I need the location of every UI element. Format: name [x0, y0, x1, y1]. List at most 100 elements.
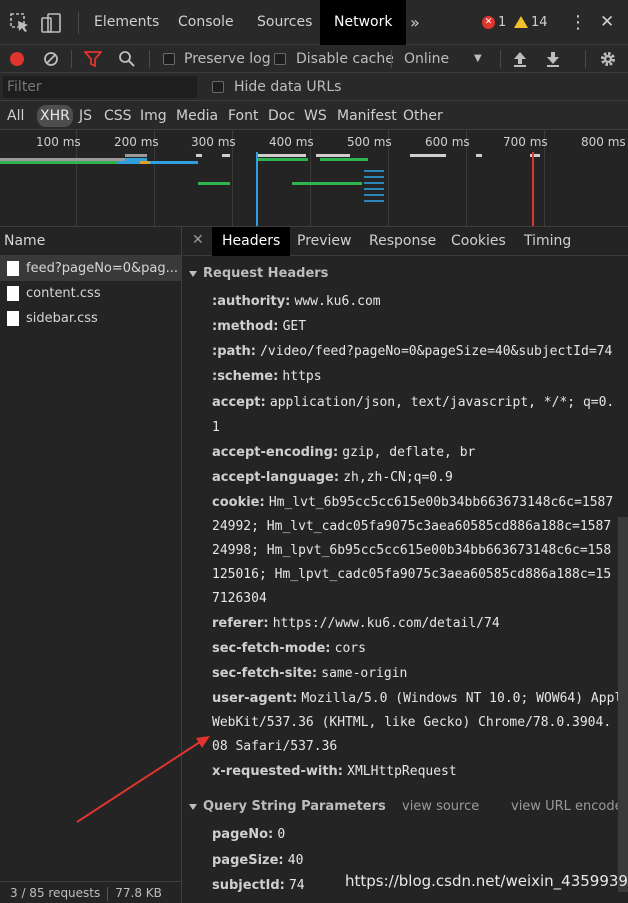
export-har-icon[interactable]: [545, 50, 561, 68]
header-key: accept-language:: [212, 470, 340, 485]
close-detail-icon[interactable]: ✕: [192, 227, 204, 254]
request-row[interactable]: feed?pageNo=0&pag...: [0, 256, 181, 281]
header-value: https: [282, 369, 322, 384]
header-row: :method: GET: [212, 319, 306, 334]
query-params-section[interactable]: Query String Parameters: [189, 799, 386, 814]
timeline-tick-label: 100 ms: [36, 135, 81, 149]
header-value: Mozilla/5.0 (Windows NT 10.0; WOW64) App…: [301, 691, 623, 706]
header-value-continued: 24992; Hm_lvt_cadc05fa9075c3aea60585cd88…: [212, 519, 612, 534]
type-img[interactable]: Img: [140, 105, 167, 127]
header-row: sec-fetch-mode: cors: [212, 641, 366, 656]
tab-sources[interactable]: Sources: [257, 0, 312, 45]
header-row: :scheme: https: [212, 369, 322, 384]
type-all[interactable]: All: [7, 105, 24, 127]
header-row: user-agent: Mozilla/5.0 (Windows NT 10.0…: [212, 691, 622, 706]
timeline-bar: [256, 158, 308, 161]
network-toolbar: Preserve log Disable cache Online ▼: [0, 45, 628, 73]
header-value-continued: WebKit/537.36 (KHTML, like Gecko) Chrome…: [212, 715, 612, 730]
error-count-badge[interactable]: ✕ 1: [482, 13, 506, 31]
request-headers-section[interactable]: Request Headers: [189, 266, 328, 281]
preserve-log-checkbox[interactable]: [163, 53, 175, 65]
import-har-icon[interactable]: [512, 50, 528, 68]
type-ws[interactable]: WS: [304, 105, 327, 127]
header-value: GET: [282, 319, 307, 334]
timeline-overview[interactable]: 100 ms 200 ms 300 ms 400 ms 500 ms 600 m…: [0, 130, 628, 227]
inspect-element-icon[interactable]: [9, 12, 31, 34]
tab-timing[interactable]: Timing: [524, 227, 571, 256]
resource-type-filter: All XHR JS CSS Img Media Font Doc WS Man…: [0, 101, 628, 130]
kebab-menu-icon[interactable]: ⋮: [569, 0, 587, 45]
header-row: x-requested-with: XMLHttpRequest: [212, 764, 457, 779]
tab-preview[interactable]: Preview: [297, 227, 352, 256]
error-count: 1: [498, 14, 507, 30]
timeline-tick-label: 300 ms: [191, 135, 236, 149]
header-value-continued: 125016; Hm_lpvt_cadc05fa9075c3aea60585cd…: [212, 567, 612, 582]
type-manifest[interactable]: Manifest: [337, 105, 397, 127]
type-doc[interactable]: Doc: [268, 105, 295, 127]
filter-icon[interactable]: [84, 51, 102, 67]
timeline-bar: [292, 182, 362, 185]
clear-icon[interactable]: [43, 51, 59, 67]
name-column-header[interactable]: Name: [0, 227, 181, 256]
request-name: content.css: [26, 286, 101, 301]
request-count: 3 / 85 requests: [10, 886, 101, 900]
header-row: cookie: Hm_lvt_6b95cc5cc615e00b34bb66367…: [212, 495, 613, 510]
section-title: Query String Parameters: [203, 799, 386, 814]
header-key: accept:: [212, 395, 266, 410]
tab-response[interactable]: Response: [369, 227, 436, 256]
device-toolbar-icon[interactable]: [40, 12, 62, 34]
timeline-tick-label: 200 ms: [114, 135, 159, 149]
header-key: sec-fetch-mode:: [212, 641, 331, 656]
timeline-bar: [410, 154, 446, 157]
search-icon[interactable]: [118, 50, 136, 68]
filter-input[interactable]: [3, 76, 197, 98]
close-devtools-icon[interactable]: ✕: [600, 0, 614, 45]
timeline-bar: [196, 154, 202, 157]
header-value: /video/feed?pageNo=0&pageSize=40&subject…: [260, 344, 613, 359]
header-value: XMLHttpRequest: [347, 764, 457, 779]
timeline-bar: [198, 182, 230, 185]
type-font[interactable]: Font: [228, 105, 258, 127]
request-row[interactable]: sidebar.css: [0, 306, 181, 331]
record-icon[interactable]: [9, 51, 25, 67]
header-row: accept-encoding: gzip, deflate, br: [212, 445, 475, 460]
view-source-link[interactable]: view source: [402, 799, 479, 814]
hide-data-urls-checkbox[interactable]: [212, 81, 224, 93]
header-value: application/json, text/javascript, */*; …: [269, 395, 615, 410]
header-value: cors: [334, 641, 366, 656]
preserve-log-label: Preserve log: [184, 51, 271, 67]
toolbar-divider: [71, 50, 72, 68]
type-js[interactable]: JS: [79, 105, 92, 127]
timeline-bar: [140, 161, 150, 164]
header-key: :authority:: [212, 294, 291, 309]
header-key: :scheme:: [212, 369, 279, 384]
throttling-select[interactable]: Online: [404, 45, 449, 73]
type-css[interactable]: CSS: [104, 105, 132, 127]
type-media[interactable]: Media: [176, 105, 218, 127]
detail-scrollbar[interactable]: [618, 517, 628, 892]
disable-cache-checkbox[interactable]: [274, 53, 286, 65]
gear-icon[interactable]: [599, 50, 617, 68]
warning-count-badge[interactable]: 14: [514, 13, 548, 31]
type-other[interactable]: Other: [403, 105, 443, 127]
file-icon: [7, 261, 19, 276]
view-url-encoded-link[interactable]: view URL encode: [511, 799, 623, 814]
toolbar-divider: [500, 50, 501, 68]
tab-cookies[interactable]: Cookies: [451, 227, 506, 256]
header-value-continued: 1: [212, 420, 220, 435]
tab-console[interactable]: Console: [178, 0, 234, 45]
header-key: cookie:: [212, 495, 265, 510]
header-value: www.ku6.com: [294, 294, 381, 309]
header-value-continued: 7126304: [212, 591, 267, 606]
tab-headers[interactable]: Headers: [212, 227, 291, 256]
chevron-down-icon[interactable]: ▼: [474, 45, 482, 73]
param-value: 0: [277, 827, 286, 842]
type-xhr[interactable]: XHR: [37, 105, 73, 127]
more-tabs-icon[interactable]: »: [410, 0, 420, 45]
header-value: https://www.ku6.com/detail/74: [272, 616, 500, 631]
timeline-bar: [0, 161, 118, 164]
requests-list: Name feed?pageNo=0&pag... content.css si…: [0, 227, 182, 903]
tab-network[interactable]: Network: [320, 0, 407, 45]
request-row[interactable]: content.css: [0, 281, 181, 306]
tab-elements[interactable]: Elements: [94, 0, 159, 45]
